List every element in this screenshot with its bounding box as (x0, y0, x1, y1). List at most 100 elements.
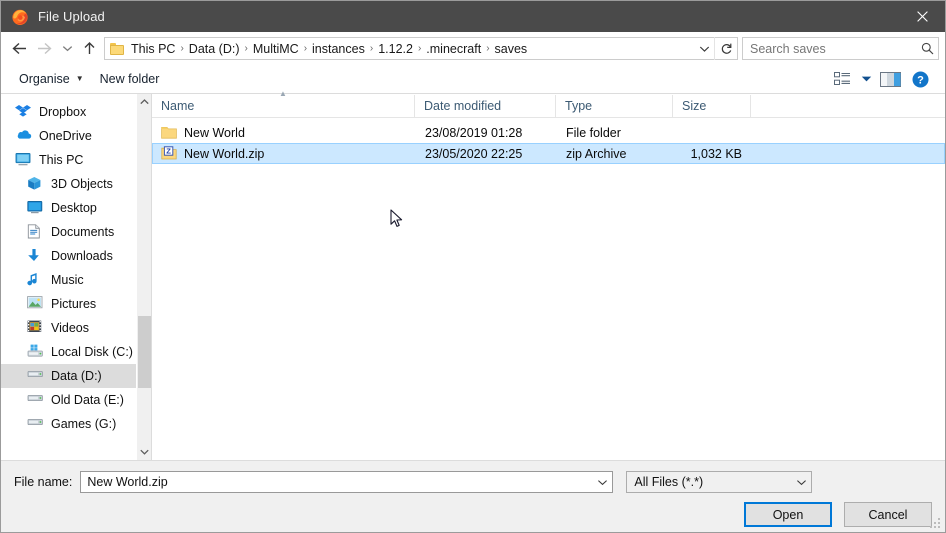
drive-icon (27, 368, 44, 384)
sidebar-item-documents[interactable]: Documents (1, 220, 151, 244)
preview-pane-icon (879, 71, 901, 87)
filetype-dropdown-button[interactable] (792, 472, 811, 492)
address-bar[interactable]: This PC › Data (D:) › MultiMC › instance… (104, 37, 738, 60)
preview-pane-button[interactable] (875, 68, 905, 91)
command-toolbar: Organise ▼ New folder ? (1, 65, 945, 94)
column-header-type[interactable]: Type (556, 95, 673, 117)
sidebar-item-old-data-e[interactable]: Old Data (E:) (1, 388, 151, 412)
sidebar-item-this-pc[interactable]: This PC (1, 148, 151, 172)
refresh-icon (721, 43, 731, 54)
filename-label: File name: (14, 475, 73, 489)
sidebar-scrollbar[interactable] (136, 94, 151, 460)
table-row[interactable]: Z New World.zip 23/05/2020 22:25 zip Arc… (152, 143, 945, 164)
forward-button[interactable] (32, 36, 57, 61)
onedrive-cloud-icon (15, 128, 32, 144)
file-date-cell: 23/08/2019 01:28 (425, 125, 523, 140)
window-title: File Upload (38, 9, 105, 24)
breadcrumb-separator: › (369, 43, 374, 54)
dialog-body: Dropbox OneDrive This PC 3D Objects Desk… (1, 90, 945, 460)
breadcrumb-item-2[interactable]: MultiMC (250, 42, 302, 56)
organise-button[interactable]: Organise ▼ (11, 68, 92, 91)
firefox-icon (11, 8, 29, 26)
file-name-label: New World.zip (184, 146, 265, 161)
table-row[interactable]: New World 23/08/2019 01:28 File folder (152, 122, 945, 143)
close-button[interactable] (899, 1, 945, 32)
drive-icon (27, 416, 44, 432)
help-button[interactable]: ? (905, 68, 935, 91)
breadcrumb-item-3[interactable]: instances (309, 42, 368, 56)
search-input[interactable] (743, 41, 916, 56)
videos-icon (27, 320, 44, 336)
music-note-icon (27, 272, 44, 288)
search-icon (916, 42, 938, 55)
chevron-down-icon (598, 479, 608, 485)
breadcrumb-separator: › (180, 43, 184, 54)
breadcrumb-separator: › (244, 43, 248, 54)
sidebar-item-downloads[interactable]: Downloads (1, 244, 151, 268)
column-header-label: Size (682, 99, 707, 113)
view-mode-dropdown[interactable] (857, 68, 875, 91)
view-mode-button[interactable] (827, 68, 857, 91)
breadcrumb-item-5[interactable]: .minecraft (423, 42, 484, 56)
filename-dropdown-button[interactable] (593, 472, 612, 492)
breadcrumb-separator: › (486, 43, 490, 54)
resize-grip[interactable] (930, 518, 941, 529)
sidebar-item-label: Music (51, 273, 84, 287)
file-name-cell: Z New World.zip (153, 146, 416, 161)
scroll-up-button[interactable] (137, 94, 151, 110)
file-type-cell: zip Archive (566, 146, 627, 161)
breadcrumb-item-4[interactable]: 1.12.2 (375, 42, 416, 56)
sidebar-item-label: Pictures (51, 297, 97, 311)
title-bar: File Upload (1, 1, 945, 32)
breadcrumb-item-6[interactable]: saves (492, 42, 531, 56)
scroll-down-button[interactable] (137, 444, 151, 460)
sidebar-item-data-d[interactable]: Data (D:) (1, 364, 151, 388)
scrollbar-thumb[interactable] (138, 316, 151, 388)
breadcrumb-separator: › (417, 43, 422, 54)
column-header-date-modified[interactable]: Date modified (415, 95, 556, 117)
sidebar-item-3d-objects[interactable]: 3D Objects (1, 172, 151, 196)
column-header-name[interactable]: ▲ Name (152, 90, 415, 117)
sidebar-item-dropbox[interactable]: Dropbox (1, 100, 151, 124)
column-header-label: Date modified (424, 99, 502, 113)
sidebar-item-label: Old Data (E:) (51, 393, 124, 407)
recent-locations-button[interactable] (57, 36, 77, 61)
refresh-button[interactable] (714, 37, 737, 60)
system-drive-icon (27, 344, 44, 360)
cancel-button[interactable]: Cancel (844, 502, 932, 527)
sidebar-item-desktop[interactable]: Desktop (1, 196, 151, 220)
new-folder-button[interactable]: New folder (92, 68, 168, 91)
sidebar-item-local-disk-c[interactable]: Local Disk (C:) (1, 340, 151, 364)
file-date-cell: 23/05/2020 22:25 (425, 146, 523, 161)
sort-ascending-icon: ▲ (279, 89, 287, 98)
column-header-size[interactable]: Size (673, 95, 751, 117)
sidebar-item-label: Downloads (51, 249, 113, 263)
sidebar-item-label: 3D Objects (51, 177, 113, 191)
address-dropdown-button[interactable] (694, 38, 714, 59)
sidebar-item-onedrive[interactable]: OneDrive (1, 124, 151, 148)
file-name-cell: New World (153, 125, 416, 140)
column-header-label: Type (565, 99, 593, 113)
arrow-left-icon (12, 42, 26, 55)
sidebar-item-music[interactable]: Music (1, 268, 151, 292)
open-button[interactable]: Open (744, 502, 832, 527)
column-headers: ▲ Name Date modified Type Size (152, 90, 945, 118)
filename-row: File name: All Files (*.*) (14, 471, 932, 493)
filename-input[interactable] (81, 475, 594, 489)
sidebar-item-videos[interactable]: Videos (1, 316, 151, 340)
search-box[interactable] (742, 37, 939, 60)
sidebar-item-games-g[interactable]: Games (G:) (1, 412, 151, 436)
dialog-buttons: Open Cancel (14, 502, 932, 527)
filename-field[interactable] (80, 471, 614, 493)
file-list-pane: ▲ Name Date modified Type Size New World… (152, 90, 945, 460)
sidebar-item-pictures[interactable]: Pictures (1, 292, 151, 316)
filetype-select[interactable]: All Files (*.*) (626, 471, 813, 493)
breadcrumb-separator: › (303, 43, 308, 54)
up-button[interactable] (77, 36, 102, 61)
breadcrumb-item-0[interactable]: This PC (128, 42, 178, 56)
back-button[interactable] (7, 36, 32, 61)
file-upload-dialog: File Upload This PC › Data (D:) › MultiM… (0, 0, 946, 533)
sidebar-item-label: Documents (51, 225, 115, 239)
sidebar-item-label: Local Disk (C:) (51, 345, 133, 359)
breadcrumb-item-1[interactable]: Data (D:) (186, 42, 243, 56)
